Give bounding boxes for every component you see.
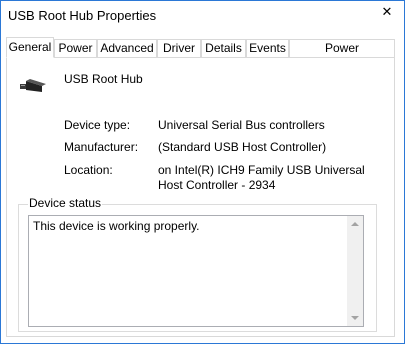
device-name: USB Root Hub	[64, 72, 143, 86]
location-value: on Intel(R) ICH9 Family USB Universal Ho…	[158, 163, 365, 192]
tab-events[interactable]: Events	[246, 39, 289, 57]
vertical-scrollbar[interactable]	[347, 216, 363, 326]
scroll-up-icon[interactable]	[351, 222, 359, 226]
scroll-down-icon[interactable]	[351, 316, 359, 320]
device-status-label: Device status	[28, 196, 103, 210]
device-type-label: Device type:	[64, 118, 131, 132]
location-label: Location:	[64, 163, 113, 177]
manufacturer-label: Manufacturer:	[64, 140, 139, 154]
usb-connector-icon	[20, 79, 46, 92]
device-status-textbox[interactable]: This device is working properly.	[28, 215, 364, 327]
device-status-text: This device is working properly.	[33, 219, 200, 233]
window-title: USB Root Hub Properties	[8, 8, 157, 23]
tab-driver[interactable]: Driver	[157, 39, 201, 57]
tab-general[interactable]: General	[6, 37, 54, 58]
tab-power-management[interactable]: Power Management	[289, 39, 395, 72]
device-type-value: Universal Serial Bus controllers	[158, 118, 325, 132]
manufacturer-value: (Standard USB Host Controller)	[158, 140, 327, 154]
title-bar[interactable]: USB Root Hub Properties ✕	[1, 1, 404, 31]
tab-advanced[interactable]: Advanced	[97, 39, 157, 57]
close-icon[interactable]: ✕	[380, 5, 394, 19]
tab-power[interactable]: Power	[54, 39, 97, 57]
tab-strip: General Power Advanced Driver Details Ev…	[6, 37, 396, 72]
tab-details[interactable]: Details	[201, 39, 246, 57]
